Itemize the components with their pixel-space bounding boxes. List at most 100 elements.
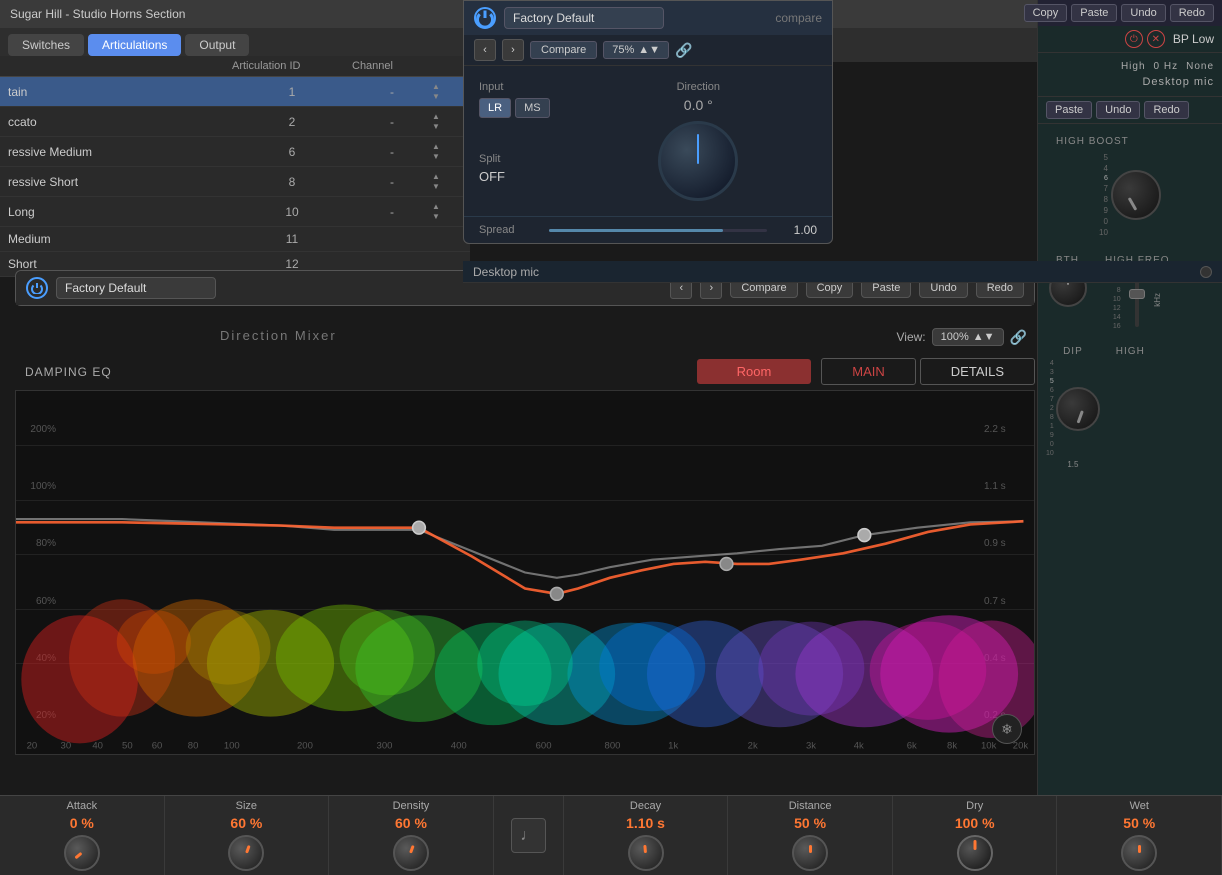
upper-preset-dropdown[interactable]: Factory Default [504,7,664,29]
window-title: Sugar Hill - Studio Horns Section [10,7,185,21]
upper-chain-icon[interactable]: 🔗 [675,42,692,59]
svg-text:1k: 1k [668,741,678,752]
main-tab[interactable]: MAIN [821,358,916,385]
svg-text:100: 100 [224,741,240,752]
bp-low-text: BP Low [1173,32,1214,46]
damping-eq-label: DAMPING EQ [15,365,112,379]
split-value: OFF [479,169,550,184]
view-pct-value: 100% [941,331,969,343]
table-row[interactable]: ressive Short 8 - ▲▼ [0,167,470,197]
direction-panel: Input LR MS Split OFF Direction 0.0 ° [464,66,832,216]
svg-text:600: 600 [536,741,552,752]
upper-power-button[interactable] [474,7,496,29]
tab-articulations[interactable]: Articulations [88,34,181,56]
right-paste2-button[interactable]: Paste [1046,101,1092,119]
distance-knob[interactable] [792,835,828,871]
table-row[interactable]: Medium 11 [0,227,470,252]
upper-prev-button[interactable]: ‹ [474,39,496,61]
knob-indicator [697,134,699,164]
size-label: Size [236,800,257,812]
view-pct-display: 100% ▲▼ [932,328,1004,346]
direction-label: Direction [677,81,720,93]
density-value: 60 % [395,815,427,831]
wet-knob[interactable] [1121,835,1157,871]
close-icon[interactable]: ✕ [1147,30,1165,48]
input-buttons: LR MS [479,98,550,118]
dry-label: Dry [966,800,983,812]
param-wet: Wet 50 % [1057,796,1222,875]
eq-visualizer: 200% 100% 80% 60% 40% 20% 2.2 s 1.1 s 0.… [15,390,1035,755]
wet-value: 50 % [1123,815,1155,831]
svg-text:80: 80 [188,741,199,752]
svg-text:60: 60 [152,741,163,752]
dip-knob[interactable] [1056,387,1100,431]
right-misc-section: High 0 Hz None Desktop mic [1038,53,1222,97]
density-label: Density [393,800,430,812]
direction-knob[interactable] [658,121,738,201]
high-boost-section: HIGH BOOST 5 4 6 7 8 9 0 10 [1038,124,1222,245]
lr-button[interactable]: LR [479,98,511,118]
decay-value: 1.10 s [626,815,665,831]
right-power-row: ⏻ ✕ BP Low [1038,26,1222,53]
svg-text:20k: 20k [1013,741,1029,752]
svg-text:10k: 10k [981,741,997,752]
attack-value: 0 % [70,815,94,831]
decay-label: Decay [630,800,661,812]
upper-compare-button[interactable]: Compare [530,41,597,59]
tab-output[interactable]: Output [185,34,249,56]
high-freq-slider[interactable] [1129,289,1145,299]
size-knob[interactable] [228,835,264,871]
power-icon[interactable]: ⏻ [1125,30,1143,48]
input-label: Input [479,81,550,93]
view-label: View: [897,330,926,344]
upper-next-button[interactable]: › [502,39,524,61]
ms-button[interactable]: MS [515,98,550,118]
spread-value: 1.00 [777,223,817,237]
svg-text:800: 800 [605,741,621,752]
high-boost-knob[interactable] [1111,170,1161,220]
spread-slider[interactable] [549,229,767,232]
table-row[interactable]: ccato 2 - ▲▼ [0,107,470,137]
svg-text:400: 400 [451,741,467,752]
decay-knob[interactable] [628,835,664,871]
tab-switches[interactable]: Switches [8,34,84,56]
music-note-icon[interactable]: ♩ [511,818,546,853]
col-channel: Channel [352,60,432,72]
lower-chain-icon[interactable]: 🔗 [1010,329,1027,346]
right-redo-button[interactable]: Redo [1170,4,1214,22]
room-tab[interactable]: Room [697,359,812,384]
table-row[interactable]: tain 1 - ▲▼ [0,77,470,107]
param-dry: Dry 100 % [893,796,1058,875]
direction-value: 0.0 ° [684,97,713,113]
input-panel: Input LR MS Split OFF [479,81,550,184]
dry-knob[interactable] [957,835,993,871]
details-tab[interactable]: DETAILS [920,358,1035,385]
distance-value: 50 % [794,815,826,831]
right-redo2-button[interactable]: Redo [1144,101,1188,119]
freeze-button[interactable]: ❄ [992,714,1022,744]
svg-text:8k: 8k [947,741,957,752]
right-paste-button[interactable]: Paste [1071,4,1117,22]
param-density: Density 60 % [329,796,494,875]
density-knob[interactable] [393,835,429,871]
attack-label: Attack [67,800,98,812]
svg-text:30: 30 [61,741,72,752]
table-row[interactable]: ressive Medium 6 - ▲▼ [0,137,470,167]
right-undo-button[interactable]: Undo [1121,4,1165,22]
right-actions2: Paste Undo Redo [1038,97,1222,124]
upper-nav-row: ‹ › Compare 75% ▲▼ 🔗 [464,35,832,66]
lower-preset-dropdown[interactable]: Factory Default [56,277,216,299]
high2-label: HIGH [1106,342,1155,357]
svg-text:3k: 3k [806,741,816,752]
direction-mixer-label: Direction Mixer [220,328,337,343]
right-copy-button[interactable]: Copy [1024,4,1068,22]
right-panel: Copy Paste Undo Redo ⏻ ✕ BP Low High 0 H… [1037,0,1222,875]
attack-knob[interactable] [64,835,100,871]
distance-label: Distance [789,800,832,812]
lower-power-button[interactable] [26,277,48,299]
svg-text:6k: 6k [907,741,917,752]
svg-text:40: 40 [92,741,103,752]
right-undo2-button[interactable]: Undo [1096,101,1140,119]
dip-label: DIP [1053,342,1093,357]
table-row[interactable]: Long 10 - ▲▼ [0,197,470,227]
